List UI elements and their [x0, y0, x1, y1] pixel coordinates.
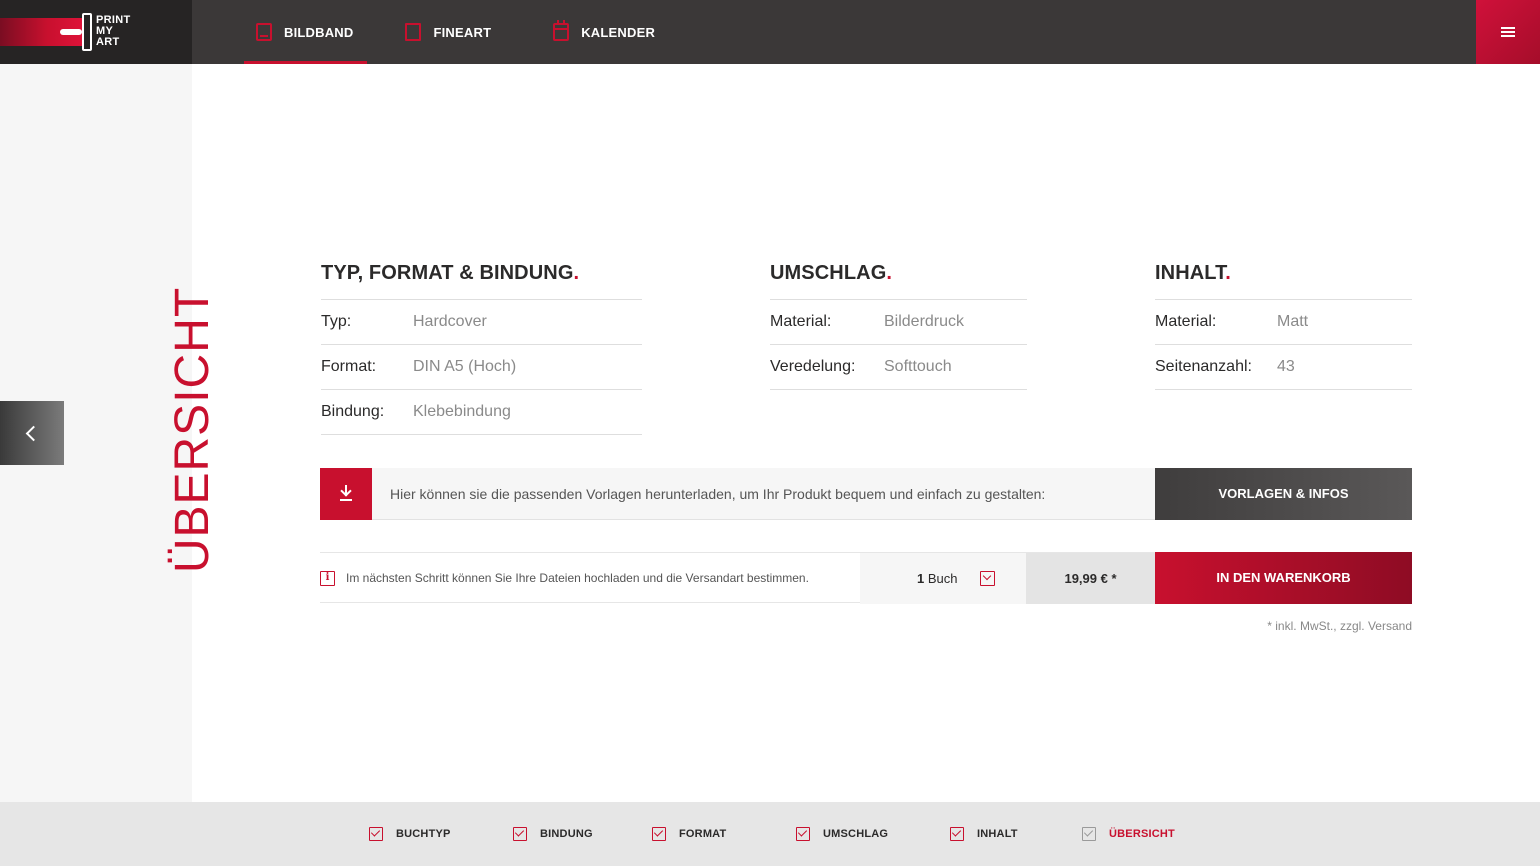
templates-info-button[interactable]: VORLAGEN & INFOS — [1155, 468, 1412, 520]
section-umschlag: UMSCHLAG. Material: Bilderdruck Veredelun… — [770, 262, 1027, 390]
vat-note: * inkl. MwSt., zzgl. Versand — [1267, 619, 1412, 633]
nav-label: FINEART — [433, 24, 492, 40]
nav-item-kalender[interactable]: KALENDER — [553, 0, 655, 64]
main-nav: BILDBAND FINEART KALENDER — [244, 0, 655, 64]
step-bindung[interactable]: BINDUNG — [513, 802, 593, 866]
section-heading: UMSCHLAG. — [770, 262, 1027, 300]
add-to-cart-button[interactable]: IN DEN WARENKORB — [1155, 552, 1412, 604]
summary-row: Material: Bilderdruck — [770, 300, 1027, 345]
menu-bar — [1501, 27, 1515, 29]
hamburger-menu-button[interactable] — [1476, 0, 1540, 64]
top-navbar: PRINT MY ART BILDBAND FINEART KALENDER — [0, 0, 1540, 64]
summary-row: Veredelung: Softtouch — [770, 345, 1027, 390]
quantity-value: 1 Buch — [917, 571, 958, 586]
nav-item-bildband[interactable]: BILDBAND — [244, 0, 368, 64]
menu-bar — [1501, 35, 1515, 37]
summary-row: Format: DIN A5 (Hoch) — [321, 345, 642, 390]
summary-row: Seitenanzahl: 43 — [1155, 345, 1412, 390]
price: 19,99 € * — [1026, 553, 1155, 604]
upload-info-text: Im nächsten Schritt können Sie Ihre Date… — [346, 571, 809, 585]
summary-row: Material: Matt — [1155, 300, 1412, 345]
section-heading: TYP, FORMAT & BINDUNG. — [321, 262, 642, 300]
nav-label: BILDBAND — [284, 24, 354, 40]
checkbox-icon — [369, 827, 383, 841]
back-button[interactable] — [0, 401, 64, 465]
frame-icon — [405, 23, 422, 41]
section-inhalt: INHALT. Material: Matt Seitenanzahl: 43 — [1155, 262, 1412, 390]
step-progress-bar: BUCHTYP BINDUNG FORMAT UMSCHLAG INHALT Ü… — [0, 802, 1540, 866]
template-download-banner: Hier können sie die passenden Vorlagen h… — [320, 468, 1412, 520]
nav-label: KALENDER — [581, 24, 656, 40]
chevron-down-icon — [980, 571, 995, 586]
download-text: Hier können sie die passenden Vorlagen h… — [390, 486, 1046, 502]
checkbox-icon — [1082, 827, 1096, 841]
cart-row: i Im nächsten Schritt können Sie Ihre Da… — [320, 552, 1412, 604]
summary-row: Bindung: Klebebindung — [321, 390, 642, 435]
step-format[interactable]: FORMAT — [652, 802, 726, 866]
step-buchtyp[interactable]: BUCHTYP — [369, 802, 451, 866]
checkbox-icon — [950, 827, 964, 841]
nav-item-fineart[interactable]: FINEART — [405, 0, 491, 64]
logo-text: PRINT MY ART — [96, 14, 131, 48]
download-icon[interactable] — [320, 468, 372, 520]
book-icon — [256, 23, 272, 41]
logo[interactable]: PRINT MY ART — [0, 0, 192, 64]
calendar-icon — [553, 20, 570, 41]
page-title: ÜBERSICHT — [166, 286, 219, 574]
quantity-select[interactable]: 1 Buch — [860, 553, 1026, 604]
section-typ-format-bindung: TYP, FORMAT & BINDUNG. Typ: Hardcover For… — [321, 262, 642, 435]
menu-bar — [1501, 31, 1515, 33]
info-icon: i — [320, 571, 335, 586]
checkbox-icon — [796, 827, 810, 841]
checkbox-icon — [513, 827, 527, 841]
step-inhalt[interactable]: INHALT — [950, 802, 1018, 866]
roller-handle-icon — [82, 13, 92, 51]
step-umschlag[interactable]: UMSCHLAG — [796, 802, 888, 866]
checkbox-icon — [652, 827, 666, 841]
summary-row: Typ: Hardcover — [321, 300, 642, 345]
step-uebersicht[interactable]: ÜBERSICHT — [1082, 802, 1175, 866]
paint-roller-icon — [60, 29, 82, 35]
section-heading: INHALT. — [1155, 262, 1412, 300]
